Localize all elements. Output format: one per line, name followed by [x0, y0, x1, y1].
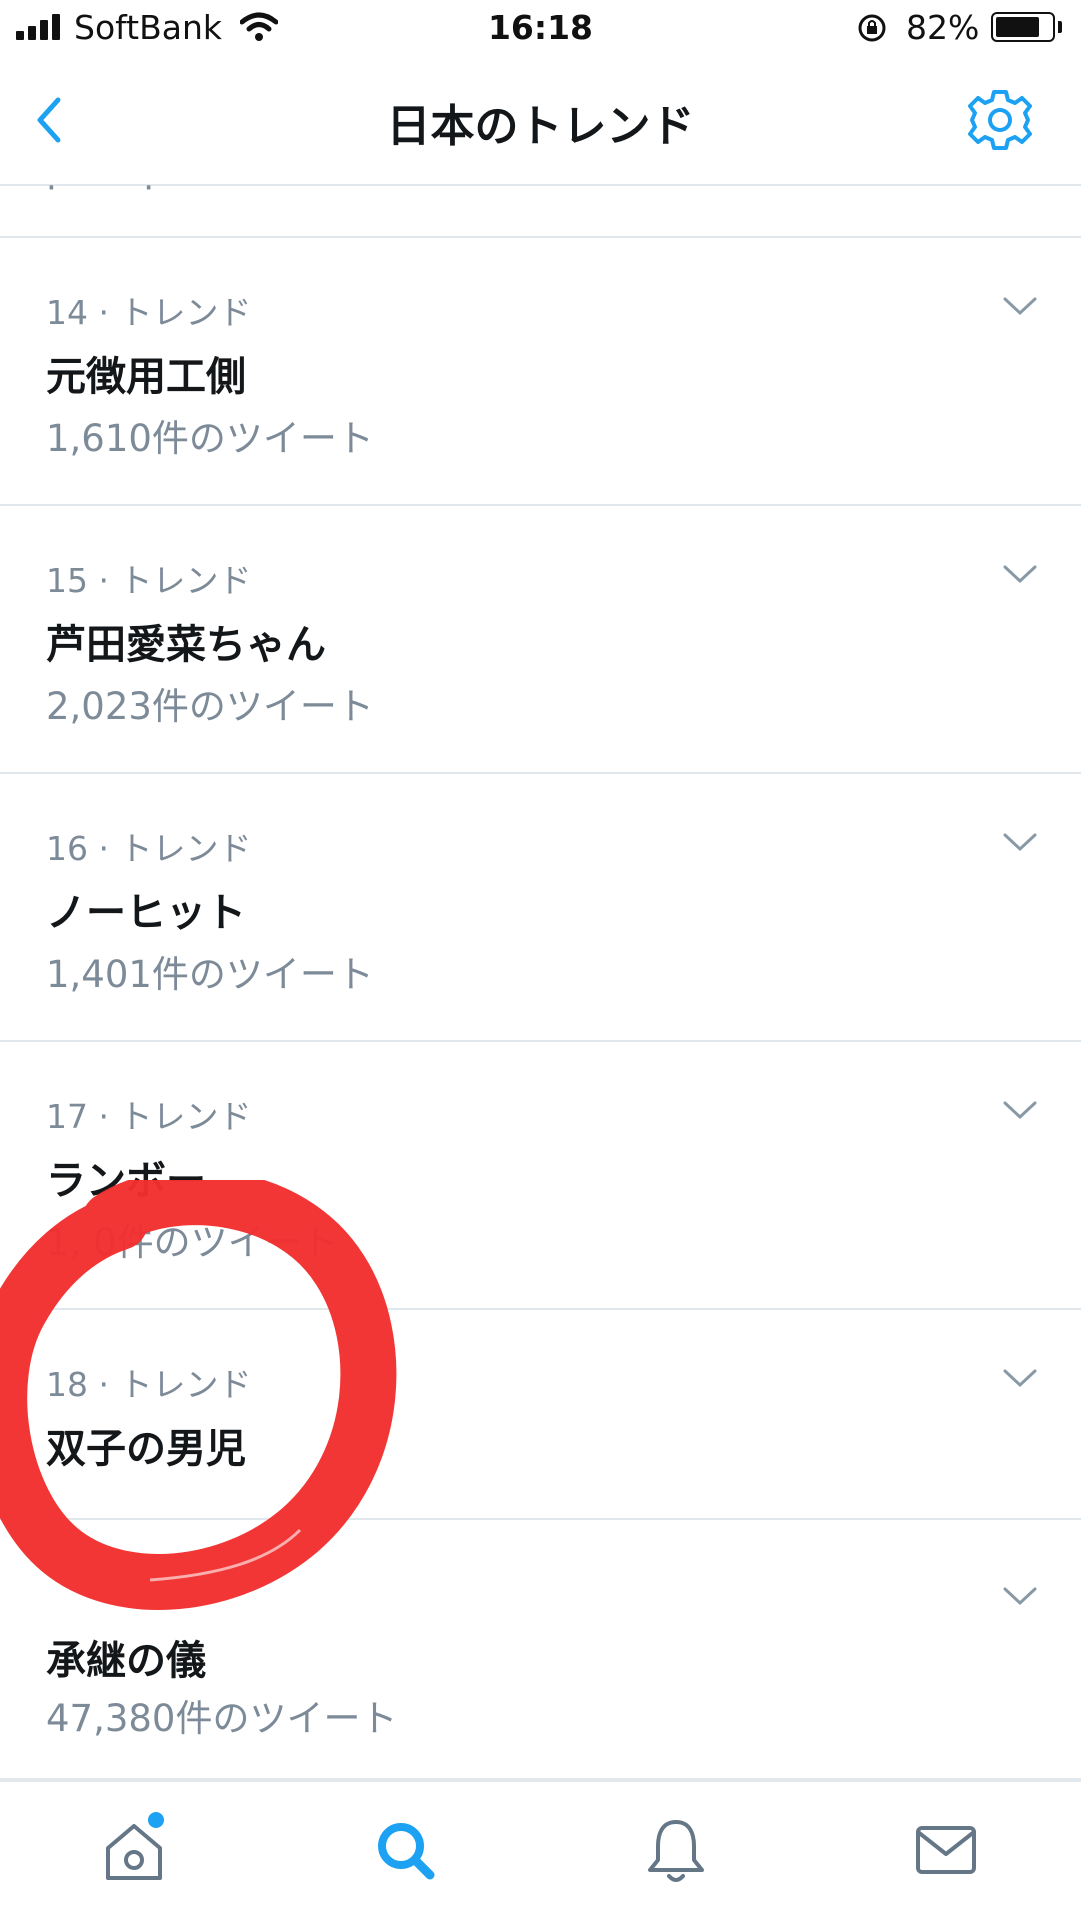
- bell-icon: [648, 1820, 704, 1882]
- partial-trend-row: · ·: [0, 184, 1081, 238]
- trend-rank-label: 15 · トレンド: [46, 561, 252, 600]
- tab-bar: [0, 1780, 1081, 1922]
- page-title: 日本のトレンド: [386, 101, 695, 152]
- tab-messages[interactable]: [906, 1810, 986, 1890]
- trend-name: 元徴用工側: [46, 354, 246, 400]
- rotation-lock-icon: [858, 14, 886, 42]
- chevron-down-icon[interactable]: [1002, 294, 1038, 318]
- trend-item[interactable]: 17 · トレンド ランボー 1, 0件のツイート: [0, 1042, 1081, 1310]
- trend-tweet-count: 1,610件のツイート: [46, 417, 374, 460]
- trend-item[interactable]: 16 · トレンド ノーヒット 1,401件のツイート: [0, 774, 1081, 1042]
- chevron-down-icon[interactable]: [1002, 830, 1038, 854]
- status-bar: SoftBank 16:18 82%: [0, 0, 1081, 56]
- chevron-down-icon[interactable]: [1002, 1366, 1038, 1390]
- trend-item[interactable]: 18 · トレンド 双子の男児: [0, 1310, 1081, 1520]
- trend-tweet-count: 1, 0件のツイート: [46, 1221, 339, 1264]
- tab-notifications[interactable]: [636, 1810, 716, 1890]
- chevron-down-icon[interactable]: [1002, 562, 1038, 586]
- gear-icon: [968, 90, 1032, 150]
- mail-icon: [916, 1826, 976, 1874]
- partial-row-fragment: · ·: [46, 184, 155, 208]
- trend-rank-label: 17 · トレンド: [46, 1097, 252, 1136]
- trend-name: 芦田愛菜ちゃん: [46, 622, 326, 668]
- battery-percent: 82%: [906, 8, 980, 47]
- trend-name: 承継の儀: [46, 1638, 206, 1684]
- tab-home[interactable]: [94, 1810, 174, 1890]
- trend-item[interactable]: 承継の儀 47,380件のツイート: [0, 1520, 1081, 1780]
- trend-item[interactable]: 14 · トレンド 元徴用工側 1,610件のツイート: [0, 238, 1081, 506]
- trend-rank-label: 16 · トレンド: [46, 829, 252, 868]
- trend-rank-label: 18 · トレンド: [46, 1365, 252, 1404]
- home-icon: [106, 1812, 164, 1880]
- trend-tweet-count: 2,023件のツイート: [46, 685, 374, 728]
- battery-icon: [991, 12, 1055, 42]
- navigation-bar: 日本のトレンド: [0, 56, 1081, 186]
- settings-button[interactable]: [966, 86, 1034, 154]
- chevron-down-icon[interactable]: [1002, 1584, 1038, 1608]
- trend-item[interactable]: 15 · トレンド 芦田愛菜ちゃん 2,023件のツイート: [0, 506, 1081, 774]
- trend-tweet-count: 1,401件のツイート: [46, 953, 374, 996]
- search-icon: [378, 1823, 435, 1880]
- trend-name: 双子の男児: [46, 1426, 246, 1472]
- trend-name: ランボー: [46, 1158, 206, 1204]
- chevron-down-icon[interactable]: [1002, 1098, 1038, 1122]
- tab-search[interactable]: [366, 1810, 446, 1890]
- trend-rank-label: 14 · トレンド: [46, 293, 252, 332]
- trend-name: ノーヒット: [46, 890, 246, 936]
- battery-tip: [1058, 21, 1062, 33]
- trend-tweet-count: 47,380件のツイート: [46, 1697, 398, 1740]
